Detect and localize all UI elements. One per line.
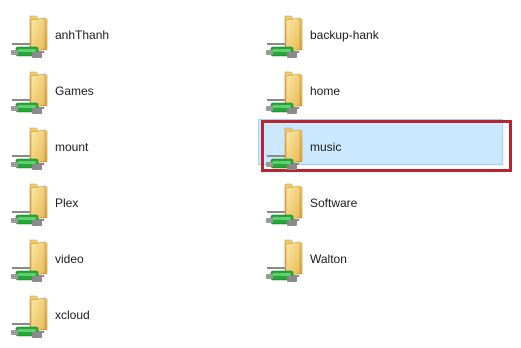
network-folder-icon <box>8 294 60 340</box>
network-folder-icon <box>8 70 60 116</box>
folder-label: Plex <box>55 196 79 210</box>
folder-label: xcloud <box>55 308 90 322</box>
folder-label: mount <box>55 140 89 154</box>
folder-item-home[interactable]: home <box>255 66 485 116</box>
folder-label: Software <box>310 196 358 210</box>
network-folder-icon <box>8 126 60 172</box>
folder-label: Games <box>55 84 94 98</box>
folder-item-music[interactable]: music <box>255 119 503 172</box>
network-folder-icon <box>8 238 60 284</box>
network-folder-icon <box>263 126 315 172</box>
network-folder-icon <box>263 70 315 116</box>
network-folder-icon <box>8 182 60 228</box>
folder-item-software[interactable]: Software <box>255 178 485 228</box>
folder-view: anhThanh Games mount Plex video xcloud b… <box>0 0 521 348</box>
folder-label: Walton <box>310 252 347 266</box>
folder-item-walton[interactable]: Walton <box>255 234 485 284</box>
folder-item-plex[interactable]: Plex <box>0 178 230 228</box>
folder-label: video <box>55 252 84 266</box>
folder-item-xcloud[interactable]: xcloud <box>0 290 230 340</box>
network-folder-icon <box>263 14 315 60</box>
network-folder-icon <box>8 14 60 60</box>
folder-item-games[interactable]: Games <box>0 66 230 116</box>
folder-item-backup-hank[interactable]: backup-hank <box>255 10 485 60</box>
network-folder-icon <box>263 182 315 228</box>
folder-label: backup-hank <box>310 28 379 42</box>
network-folder-icon <box>263 238 315 284</box>
folder-item-mount[interactable]: mount <box>0 122 230 172</box>
folder-item-video[interactable]: video <box>0 234 230 284</box>
folder-label: anhThanh <box>55 28 110 42</box>
folder-item-anhthanh[interactable]: anhThanh <box>0 10 230 60</box>
folder-label: music <box>310 140 342 154</box>
folder-label: home <box>310 84 341 98</box>
